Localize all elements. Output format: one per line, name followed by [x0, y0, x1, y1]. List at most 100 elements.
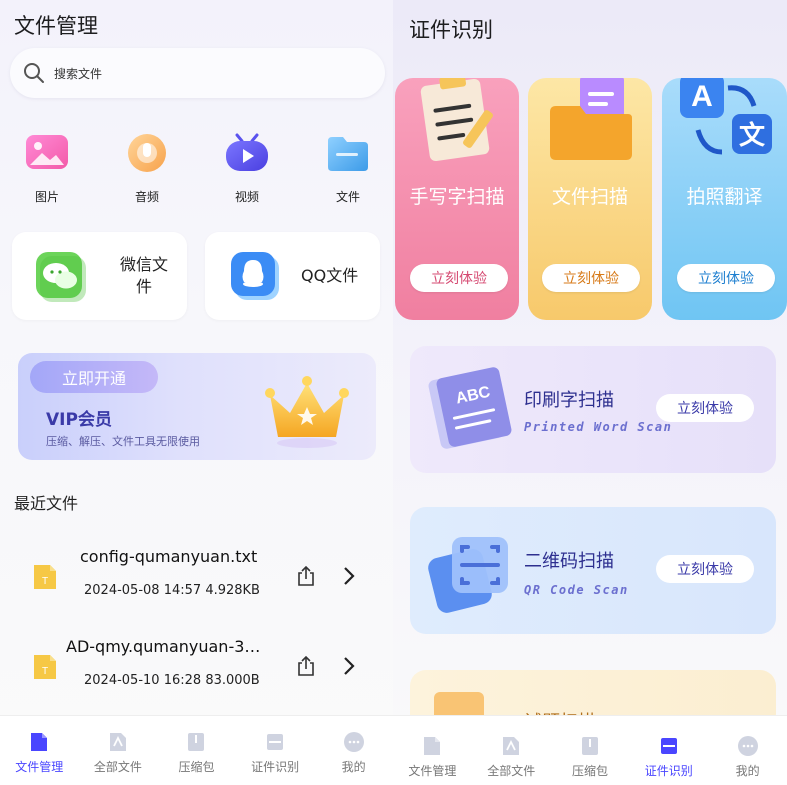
file-manager-icon: [31, 733, 48, 751]
nav-id-recognition[interactable]: 证件识别: [629, 716, 708, 785]
category-label: 视频: [234, 190, 259, 204]
nav-label: 全部文件: [93, 760, 142, 774]
archive-icon: [188, 733, 205, 751]
wechat-files-card[interactable]: 微信文件: [12, 232, 187, 320]
chevron-right-icon[interactable]: [340, 655, 358, 677]
category-images[interactable]: 图片: [12, 128, 82, 205]
file-date: 2024-05-10: [84, 673, 160, 688]
file-name: config-qumanyuan.txt: [80, 547, 258, 566]
profile-icon: [343, 732, 364, 752]
chevron-right-icon[interactable]: [340, 565, 358, 587]
try-now-button[interactable]: 立刻体验: [677, 264, 775, 292]
wechat-icon: [34, 250, 86, 302]
qq-files-label: QQ文件: [301, 266, 359, 285]
image-icon: [22, 128, 72, 178]
category-audio[interactable]: 音频: [112, 128, 182, 205]
text-file-icon: T: [34, 565, 56, 589]
nav-all-files[interactable]: 全部文件: [79, 716, 158, 785]
file-meta: 2024-05-10 16:28 83.000B: [84, 673, 260, 688]
category-label: 图片: [34, 190, 59, 204]
file-date: 2024-05-08: [84, 583, 160, 598]
recent-file-item[interactable]: T AD-qmy.qumanyuan-3… 2024-05-10 16:28 8…: [0, 625, 393, 705]
printed-document-icon: ABC: [428, 367, 512, 449]
pdf-icon: [109, 733, 126, 751]
svg-text:T: T: [42, 666, 48, 677]
search-icon: [24, 63, 44, 83]
search-placeholder: 搜索文件: [54, 66, 103, 81]
try-now-button[interactable]: 立刻体验: [542, 264, 640, 292]
category-label: 文件: [335, 190, 360, 204]
nav-label: 压缩包: [178, 760, 215, 774]
audio-icon: [122, 128, 172, 178]
try-now-button[interactable]: 立刻体验: [410, 264, 508, 292]
nav-all-files[interactable]: 全部文件: [472, 716, 551, 785]
feature-subtitle: QR Code Scan: [524, 583, 629, 597]
nav-file-manager[interactable]: 文件管理: [0, 716, 79, 785]
file-meta: 2024-05-08 14:57 4.928KB: [84, 583, 260, 598]
folder-icon: [323, 128, 373, 178]
feature-title: 手写字扫描: [409, 186, 505, 208]
document-folder-icon: [550, 78, 632, 160]
scan-icon: [660, 738, 677, 754]
translate-icon: A 文: [680, 78, 772, 155]
file-scan-card[interactable]: 文件扫描 立刻体验: [528, 78, 652, 320]
bottom-nav: 文件管理 全部文件 压缩包 证件识别 我的: [393, 715, 787, 785]
feature-title: 拍照翻译: [686, 186, 763, 208]
page-title: 证件识别: [409, 18, 493, 42]
feature-subtitle: Printed Word Scan: [524, 420, 673, 434]
feature-title: 二维码扫描: [524, 551, 614, 572]
try-now-button[interactable]: 立刻体验: [656, 394, 754, 422]
nav-label: 证件识别: [644, 764, 693, 778]
search-input[interactable]: 搜索文件: [10, 48, 385, 98]
file-size: 83.000B: [205, 673, 260, 688]
category-video[interactable]: 视频: [212, 128, 282, 205]
bottom-nav: 文件管理 全部文件 压缩包 证件识别 我的: [0, 715, 393, 785]
nav-label: 全部文件: [487, 764, 536, 778]
photo-translate-card[interactable]: A 文 拍照翻译 立刻体验: [662, 78, 787, 320]
feature-title: 印刷字扫描: [524, 390, 614, 411]
nav-label: 文件管理: [408, 764, 457, 778]
category-files[interactable]: 文件: [313, 128, 383, 205]
qq-icon: [229, 250, 281, 302]
pdf-icon: [503, 737, 520, 755]
nav-label: 文件管理: [15, 760, 64, 774]
vip-activate-button[interactable]: 立即开通: [30, 361, 158, 393]
file-manager-screen: 文件管理 搜索文件 图片 音频 视频 文件 微信文件 QQ文件 立即开通 VIP…: [0, 0, 393, 785]
share-icon[interactable]: [295, 655, 317, 677]
svg-text:文: 文: [739, 120, 766, 151]
nav-label: 我的: [341, 760, 366, 774]
nav-mine[interactable]: 我的: [314, 716, 393, 785]
nav-file-manager[interactable]: 文件管理: [393, 716, 472, 785]
text-file-icon: T: [34, 655, 56, 679]
file-manager-icon: [424, 737, 441, 755]
vip-title: VIP会员: [46, 410, 112, 430]
qq-files-card[interactable]: QQ文件: [205, 232, 380, 320]
feature-title: 文件扫描: [551, 186, 628, 208]
nav-mine[interactable]: 我的: [708, 716, 787, 785]
video-icon: [222, 128, 272, 178]
nav-id-recognition[interactable]: 证件识别: [236, 716, 315, 785]
vip-subtitle: 压缩、解压、文件工具无限使用: [46, 435, 200, 448]
recent-file-item[interactable]: T config-qumanyuan.txt 2024-05-08 14:57 …: [0, 535, 393, 615]
svg-text:A: A: [691, 80, 713, 113]
try-now-button[interactable]: 立刻体验: [656, 555, 754, 583]
clipboard-icon: [420, 78, 493, 162]
handwriting-scan-card[interactable]: 手写字扫描 立刻体验: [395, 78, 519, 320]
profile-icon: [737, 736, 758, 756]
crown-icon: [265, 376, 349, 448]
vip-banner[interactable]: 立即开通 VIP会员 压缩、解压、文件工具无限使用: [18, 353, 376, 460]
nav-archive[interactable]: 压缩包: [551, 716, 630, 785]
printed-word-scan-card[interactable]: ABC 印刷字扫描 Printed Word Scan 立刻体验: [410, 346, 776, 473]
recent-files-heading: 最近文件: [14, 494, 79, 513]
nav-archive[interactable]: 压缩包: [157, 716, 236, 785]
file-size: 4.928KB: [205, 583, 260, 598]
share-icon[interactable]: [295, 565, 317, 587]
nav-label: 我的: [735, 764, 760, 778]
nav-label: 压缩包: [571, 764, 608, 778]
archive-icon: [581, 737, 598, 755]
category-label: 音频: [134, 190, 159, 204]
nav-label: 证件识别: [251, 760, 300, 774]
page-title: 文件管理: [14, 14, 98, 38]
qr-code-scan-card[interactable]: 二维码扫描 QR Code Scan 立刻体验: [410, 507, 776, 634]
wechat-files-label: 微信文件: [119, 255, 168, 296]
